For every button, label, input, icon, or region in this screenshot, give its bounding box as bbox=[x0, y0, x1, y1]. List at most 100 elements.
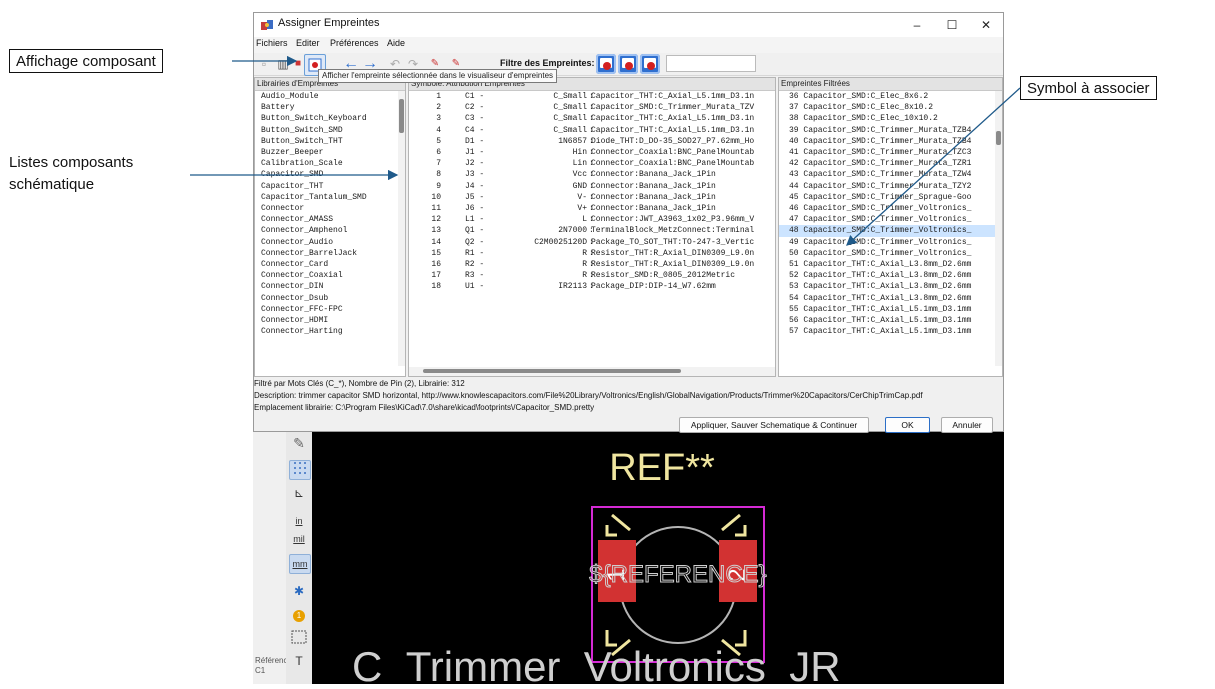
symbol-row[interactable]: 17 R3 - R Resistor_SMD:R_0805_2012Metric: bbox=[409, 270, 775, 281]
footprint-item[interactable]: 39 Capacitor_SMD:C_Trimmer_Murata_TZB4 bbox=[779, 125, 1002, 136]
symbol-row[interactable]: 13 Q1 - 2N7000 TerminalBlock_MetzConnect:Te… bbox=[409, 225, 775, 236]
footprint-item[interactable]: 41 Capacitor_SMD:C_Trimmer_Murata_TZC3 bbox=[779, 147, 1002, 158]
library-item[interactable]: Connector_Audio bbox=[255, 237, 405, 248]
footprint-item[interactable]: 53 Capacitor_THT:C_Axial_L3.8mm_D2.6mm bbox=[779, 281, 1002, 292]
footprint-canvas[interactable]: REF** 1 2 ${REFERENCE} C_Trimmer_Voltron… bbox=[312, 430, 1004, 689]
footprint-item[interactable]: 50 Capacitor_SMD:C_Trimmer_Voltronics_ bbox=[779, 248, 1002, 259]
units-mm-button[interactable]: mm bbox=[289, 554, 311, 574]
footprint-item[interactable]: 55 Capacitor_THT:C_Axial_L5.1mm_D3.1mm bbox=[779, 304, 1002, 315]
symbol-row[interactable]: 14 Q2 - C2M0025120D Package_TO_SOT_THT:TO-2… bbox=[409, 237, 775, 248]
symbol-footprint: Capacitor_THT:C_Axial_L5.1mm_D3.1n bbox=[591, 125, 755, 135]
symbol-row[interactable]: 11 J6 - V+ Connector:Banana_Jack_1Pin: bbox=[409, 203, 775, 214]
footprint-item[interactable]: 36 Capacitor_SMD:C_Elec_8x6.2 bbox=[779, 91, 1002, 102]
library-item[interactable]: Connector_Dsub bbox=[255, 293, 405, 304]
library-item[interactable]: Connector_Card bbox=[255, 259, 405, 270]
menu-aide[interactable]: Aide bbox=[387, 38, 405, 48]
footprint-item[interactable]: 48 Capacitor_SMD:C_Trimmer_Voltronics_ bbox=[779, 225, 1002, 237]
filtered-scrollbar[interactable] bbox=[995, 91, 1002, 366]
library-item[interactable]: Calibration_Scale bbox=[255, 158, 405, 169]
symbol-number: 16 bbox=[431, 260, 441, 269]
library-item[interactable]: Connector bbox=[255, 203, 405, 214]
pad-icon[interactable]: 1 bbox=[289, 606, 309, 624]
footprint-item[interactable]: 40 Capacitor_SMD:C_Trimmer_Murata_TZB4 bbox=[779, 136, 1002, 147]
symbol-row[interactable]: 3 C3 - C_Small Capacitor_THT:C_Axial_L5.1mm… bbox=[409, 113, 775, 124]
footprint-item[interactable]: 38 Capacitor_SMD:C_Elec_10x10.2 bbox=[779, 113, 1002, 124]
footprint-item[interactable]: 49 Capacitor_SMD:C_Trimmer_Voltronics_ bbox=[779, 237, 1002, 248]
library-item[interactable]: Button_Switch_SMD bbox=[255, 125, 405, 136]
symbol-row[interactable]: 10 J5 - V- Connector:Banana_Jack_1Pin: bbox=[409, 192, 775, 203]
close-button[interactable]: ✕ bbox=[971, 15, 1001, 35]
symbol-reference: J6 - bbox=[465, 204, 485, 213]
footprint-item[interactable]: 52 Capacitor_THT:C_Axial_L3.8mm_D2.6mm bbox=[779, 270, 1002, 281]
library-item[interactable]: Capacitor_SMD bbox=[255, 169, 405, 180]
units-mil-button[interactable]: mil bbox=[289, 530, 309, 548]
footprint-item[interactable]: 57 Capacitor_THT:C_Axial_L5.1mm_D3.1mm bbox=[779, 326, 1002, 337]
library-item[interactable]: Connector_FFC-FPC bbox=[255, 304, 405, 315]
footprint-item[interactable]: 42 Capacitor_SMD:C_Trimmer_Murata_TZR1 bbox=[779, 158, 1002, 169]
maximize-button[interactable]: ☐ bbox=[937, 15, 967, 35]
library-item[interactable]: Audio_Module bbox=[255, 91, 405, 102]
symbol-value: 2N7000 bbox=[558, 226, 587, 236]
pencil-icon[interactable]: ✎ bbox=[289, 434, 309, 452]
menu-editer[interactable]: Editer bbox=[296, 38, 320, 48]
libraries-scrollbar[interactable] bbox=[398, 91, 405, 366]
footprint-item[interactable]: 56 Capacitor_THT:C_Axial_L5.1mm_D3.1mm bbox=[779, 315, 1002, 326]
symbol-row[interactable]: 9 J4 - GND Connector:Banana_Jack_1Pin: bbox=[409, 181, 775, 192]
library-item[interactable]: Connector_Harting bbox=[255, 326, 405, 337]
filter-library-button[interactable] bbox=[640, 54, 660, 74]
library-item[interactable]: Capacitor_THT bbox=[255, 181, 405, 192]
library-item[interactable]: Connector_HDMI bbox=[255, 315, 405, 326]
symbol-row[interactable]: 4 C4 - C_Small Capacitor_THT:C_Axial_L5.1mm… bbox=[409, 125, 775, 136]
library-item[interactable]: Connector_Coaxial bbox=[255, 270, 405, 281]
footprint-item[interactable]: 46 Capacitor_SMD:C_Trimmer_Voltronics_ bbox=[779, 203, 1002, 214]
symbol-row[interactable]: 2 C2 - C_Small Capacitor_SMD:C_Trimmer_Mura… bbox=[409, 102, 775, 113]
units-in-button[interactable]: in bbox=[289, 512, 309, 530]
menu-fichiers[interactable]: Fichiers bbox=[256, 38, 288, 48]
filter-input[interactable] bbox=[666, 55, 756, 72]
library-item[interactable]: Button_Switch_Keyboard bbox=[255, 113, 405, 124]
footprint-item[interactable]: 47 Capacitor_SMD:C_Trimmer_Voltronics_ bbox=[779, 214, 1002, 225]
symbol-value: R bbox=[582, 260, 587, 269]
footprint-item[interactable]: 45 Capacitor_SMD:C_Trimmer_Sprague-Goo bbox=[779, 192, 1002, 203]
library-item[interactable]: Button_Switch_THT bbox=[255, 136, 405, 147]
library-item[interactable]: Connector_AMASS bbox=[255, 214, 405, 225]
library-item[interactable]: Connector_BarrelJack bbox=[255, 248, 405, 259]
minimize-button[interactable]: – bbox=[902, 15, 932, 35]
symbol-value: Hin bbox=[572, 148, 587, 157]
cancel-button[interactable]: Annuler bbox=[941, 417, 993, 433]
text-tool-icon[interactable]: T bbox=[289, 652, 309, 670]
library-item[interactable]: Battery bbox=[255, 102, 405, 113]
polar-icon[interactable]: ⊾ bbox=[289, 484, 309, 502]
libraries-pane: Librairies d'Empreintes Audio_Module Batt… bbox=[254, 77, 406, 377]
cursor-icon[interactable]: ✱ bbox=[289, 582, 309, 600]
menu-preferences[interactable]: Préférences bbox=[330, 38, 379, 48]
pad-sketch-icon[interactable] bbox=[289, 630, 309, 648]
footprint-item[interactable]: 43 Capacitor_SMD:C_Trimmer_Murata_TZW4 bbox=[779, 169, 1002, 180]
library-item[interactable]: Connector_Amphenol bbox=[255, 225, 405, 236]
filter-pincount-button[interactable] bbox=[618, 54, 638, 74]
footprint-item[interactable]: 51 Capacitor_THT:C_Axial_L3.8mm_D2.6mm bbox=[779, 259, 1002, 270]
library-item[interactable]: Buzzer_Beeper bbox=[255, 147, 405, 158]
symbols-h-scrollbar[interactable] bbox=[409, 367, 775, 376]
footprint-item[interactable]: 44 Capacitor_SMD:C_Trimmer_Murata_TZY2 bbox=[779, 181, 1002, 192]
symbol-row[interactable]: 8 J3 - Vcc Connector:Banana_Jack_1Pin: bbox=[409, 169, 775, 180]
symbol-row[interactable]: 1 C1 - C_Small Capacitor_THT:C_Axial_L5.1mm… bbox=[409, 91, 775, 102]
filter-keywords-button[interactable] bbox=[596, 54, 616, 74]
footprint-item[interactable]: 54 Capacitor_THT:C_Axial_L3.8mm_D2.6mm bbox=[779, 293, 1002, 304]
ok-button[interactable]: OK bbox=[885, 417, 930, 433]
grid-icon[interactable] bbox=[289, 460, 311, 480]
symbol-reference: J4 - bbox=[465, 181, 485, 191]
symbol-row[interactable]: 5 D1 - 1N6857 Diode_THT:D_DO-35_SOD27_P7.62… bbox=[409, 136, 775, 147]
symbol-row[interactable]: 15 R1 - R Resistor_THT:R_Axial_DIN0309_L9.0… bbox=[409, 248, 775, 259]
library-item[interactable]: Capacitor_Tantalum_SMD bbox=[255, 192, 405, 203]
apply-save-button[interactable]: Appliquer, Sauver Schematique & Continue… bbox=[679, 417, 869, 433]
symbol-row[interactable]: 18 U1 - IR2113 Package_DIP:DIP-14_W7.62mm: bbox=[409, 281, 775, 292]
footprint-item[interactable]: 37 Capacitor_SMD:C_Elec_8x10.2 bbox=[779, 102, 1002, 113]
symbol-row[interactable]: 7 J2 - Lin Connector_Coaxial:BNC_PanelMount… bbox=[409, 158, 775, 169]
symbol-row[interactable]: 12 L1 - L Connector:JWT_A3963_1x02_P3.96mm_… bbox=[409, 214, 775, 225]
save-icon[interactable]: ▫ bbox=[255, 55, 273, 73]
symbol-row[interactable]: 16 R2 - R Resistor_THT:R_Axial_DIN0309_L9.0… bbox=[409, 259, 775, 270]
symbol-value: GND bbox=[572, 181, 587, 191]
library-item[interactable]: Connector_DIN bbox=[255, 281, 405, 292]
symbol-row[interactable]: 6 J1 - Hin Connector_Coaxial:BNC_PanelMount… bbox=[409, 147, 775, 158]
